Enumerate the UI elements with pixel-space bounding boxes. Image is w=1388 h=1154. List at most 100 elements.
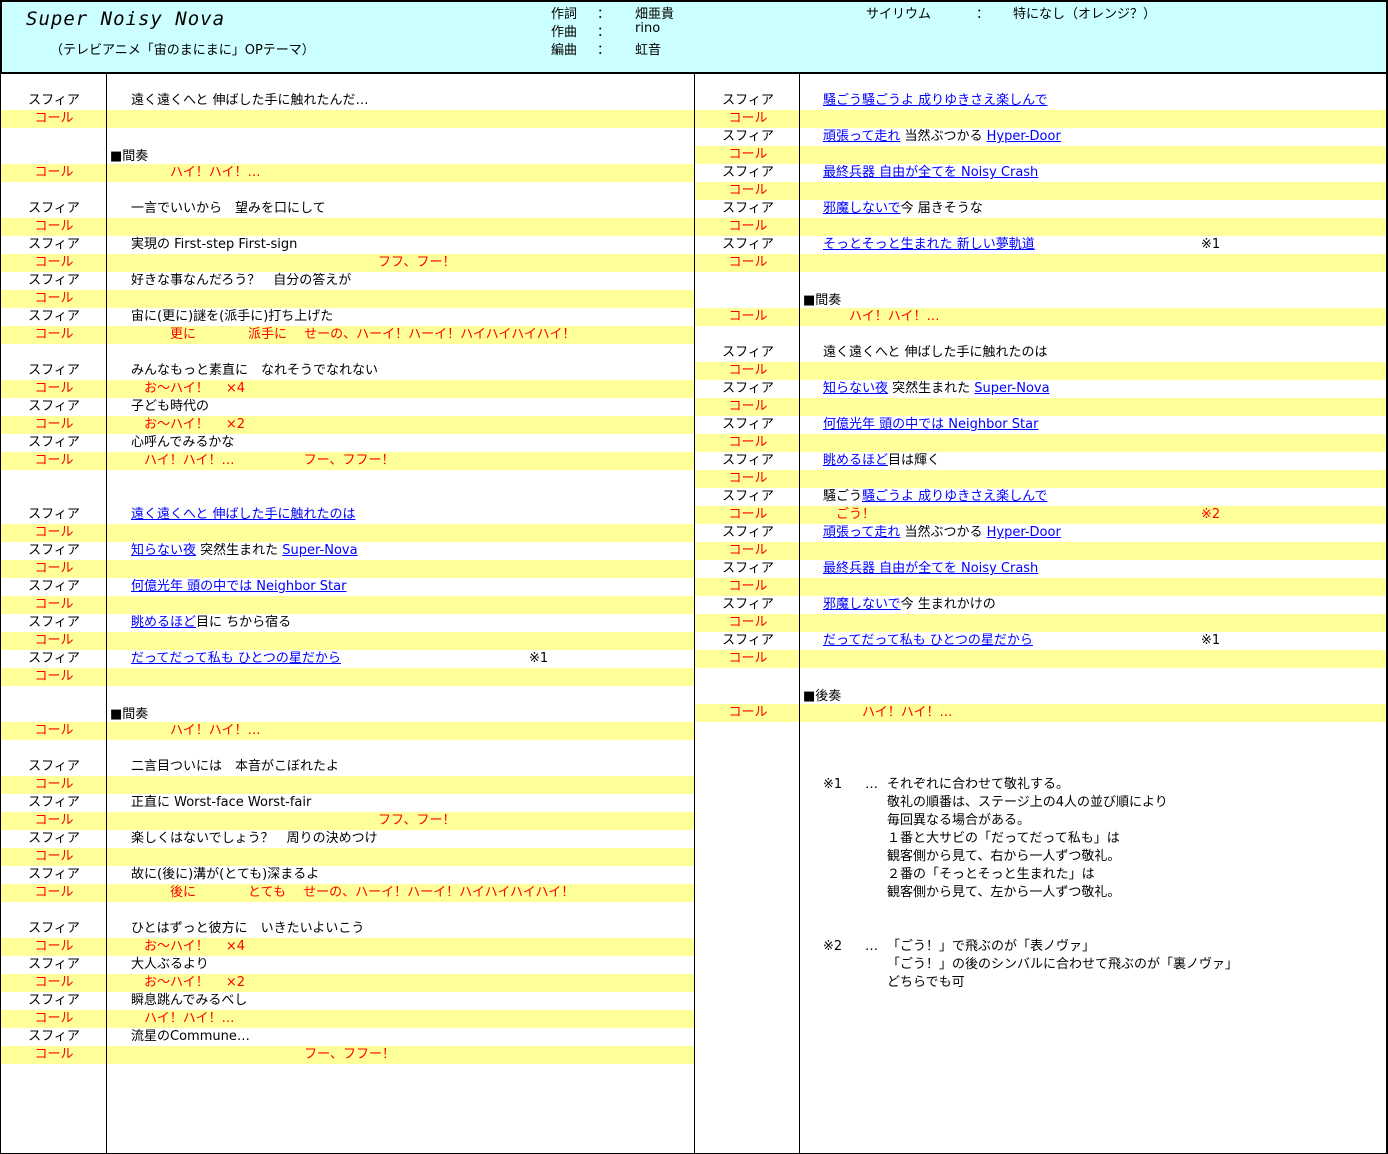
call-label: コール — [34, 525, 74, 540]
lyric-text: 故に(後に)溝が(とても)深まるよ — [131, 866, 319, 884]
psyllium-sep: ： — [976, 7, 990, 22]
call-label: コール — [728, 219, 768, 234]
call-label: コール — [34, 975, 74, 990]
call-label: コール — [34, 885, 74, 900]
lyric-link[interactable]: 最終兵器 自由が全てを Noisy Crash — [823, 165, 1038, 180]
credit-sep: ： — [597, 43, 611, 58]
lyric-link[interactable]: 騒ごう騒ごうよ 成りゆきさえ楽しんで — [823, 93, 1047, 108]
lyric-link[interactable]: 頑張って走れ — [823, 525, 900, 540]
lyric-link[interactable]: 最終兵器 自由が全てを Noisy Crash — [823, 561, 1038, 576]
call-text: 更に 派手に せーの、ハーイ！ハーイ！ハイハイハイハイ！ — [131, 326, 575, 344]
call-row: コール 更に 派手に せーの、ハーイ！ハーイ！ハイハイハイハイ！ — [1, 326, 694, 344]
singer-label: スフィア — [722, 93, 774, 108]
lyric-link[interactable]: そっとそっと生まれた 新しい夢軌道 — [823, 237, 1035, 252]
call-label: コール — [34, 327, 74, 342]
call-label: コール — [728, 543, 768, 558]
lyric-text: 騒ごう騒ごうよ 成りゆきさえ楽しんで — [823, 92, 1047, 110]
lyric-segment: 突然生まれた — [888, 381, 975, 396]
lyric-text: 好きな事なんだろう？ 自分の答えが — [131, 272, 351, 290]
call-row: コール フフ、フー！ — [1, 812, 694, 830]
lyric-segment: 心呼んでみるかな — [131, 435, 235, 450]
call-label: コール — [34, 1011, 74, 1026]
lyric-text: 何億光年 頭の中では Neighbor Star — [823, 416, 1038, 434]
lyric-text: 眺めるほど目に ちから宿る — [131, 614, 291, 632]
call-label: コール — [728, 651, 768, 666]
footnote-mark: ※1 — [823, 777, 843, 792]
call-row: コール ハイ！ハイ！… — [1, 722, 694, 740]
lyric-text: 宙に(更に)謎を(派手に)打ち上げた — [131, 308, 333, 326]
lyric-link[interactable]: Super-Nova — [974, 381, 1049, 396]
call-label: コール — [728, 147, 768, 162]
call-label: コール — [34, 723, 74, 738]
footnote-ellipsis: … — [865, 777, 878, 792]
singer-label: スフィア — [722, 597, 774, 612]
call-label: コール — [34, 417, 74, 432]
lyric-link[interactable]: 眺めるほど — [131, 615, 196, 630]
lyric-link[interactable]: だってだって私も ひとつの星だから — [131, 651, 341, 666]
lyric-link[interactable]: 何億光年 頭の中では Neighbor Star — [131, 579, 346, 594]
lyric-link[interactable]: 何億光年 頭の中では Neighbor Star — [823, 417, 1038, 432]
call-row: コール — [1, 668, 694, 686]
call-row: コール — [1, 560, 694, 578]
lyric-link[interactable]: だってだって私も ひとつの星だから — [823, 633, 1033, 648]
lyric-link[interactable]: Super-Nova — [282, 543, 357, 558]
lyric-row: スフィア 眺めるほど目に ちから宿る — [1, 614, 694, 632]
lyric-link[interactable]: 知らない夜 — [131, 543, 196, 558]
call-row: コール フー、フフー！ — [1, 1046, 694, 1064]
lyric-link[interactable]: Hyper-Door — [987, 525, 1061, 540]
call-label: コール — [728, 111, 768, 126]
footnote-text: 敬礼の順番は、ステージ上の4人の並び順により — [887, 795, 1168, 810]
singer-label: スフィア — [722, 129, 774, 144]
call-row: コール ハイ！ハイ！… フー、フフー！ — [1, 452, 694, 470]
call-row: コール ハイ！ハイ！… — [1, 1010, 694, 1028]
lyric-segment: フフ、フー！ — [131, 813, 456, 828]
column-divider — [106, 74, 107, 1154]
lyric-link[interactable]: Hyper-Door — [987, 129, 1061, 144]
singer-label: スフィア — [28, 309, 80, 324]
lyric-link[interactable]: 邪魔しないで — [823, 597, 901, 612]
lyric-text: 瞬息跳んでみるべし — [131, 992, 247, 1010]
lyric-link[interactable]: 頑張って走れ — [823, 129, 900, 144]
singer-label: スフィア — [28, 237, 80, 252]
call-text: ハイ！ハイ！… — [131, 164, 260, 182]
singer-label: スフィア — [28, 867, 80, 882]
singer-label: スフィア — [722, 201, 774, 216]
lyric-link[interactable]: 眺めるほど — [823, 453, 888, 468]
singer-label: スフィア — [28, 363, 80, 378]
call-row: コール お～ハイ！ ×2 — [1, 974, 694, 992]
lyric-text: 一言でいいから 望みを口にして — [131, 200, 326, 218]
lyric-segment: 騒ごう — [823, 489, 863, 504]
footnote-marker: ※1 — [1201, 633, 1221, 648]
song-subtitle: （テレビアニメ「宙のまにまに」OPテーマ） — [50, 43, 315, 58]
call-label: コール — [728, 363, 768, 378]
singer-label: スフィア — [722, 381, 774, 396]
lyric-segment: 好きな事なんだろう？ 自分の答えが — [131, 273, 352, 288]
singer-label: スフィア — [28, 435, 80, 450]
lyric-link[interactable]: 邪魔しないで — [823, 201, 901, 216]
call-text: ハイ！ハイ！… — [131, 722, 260, 740]
blank-row — [1, 902, 694, 920]
lyric-text: 子ども時代の — [131, 398, 209, 416]
call-row: コール 後に とても せーの、ハーイ！ハーイ！ハイハイハイハイ！ — [1, 884, 694, 902]
lyric-segment: お～ハイ！ ×2 — [131, 417, 246, 432]
lyric-link[interactable]: 知らない夜 — [823, 381, 888, 396]
lyric-segment: 二言目ついには 本音がこぼれたよ — [131, 759, 340, 774]
lyric-segment: お～ハイ！ ×2 — [131, 975, 246, 990]
footnote-marker: ※1 — [529, 651, 549, 666]
singer-label: スフィア — [28, 831, 80, 846]
call-text: ハイ！ハイ！… — [823, 704, 952, 722]
lyric-link[interactable]: 騒ごうよ 成りゆきさえ楽しんで — [862, 489, 1047, 504]
lyrics-column-left: スフィア 遠く遠くへと 伸ばした手に触れたんだ… コール ■間奏 コール ハイ！ハイ！…… — [1, 92, 694, 1064]
call-row: コール — [1, 632, 694, 650]
call-label: コール — [728, 705, 768, 720]
lyric-segment: 楽しくはないでしょう？ 周りの決めつけ — [131, 831, 378, 846]
column-divider — [694, 74, 695, 1154]
lyric-text: 頑張って走れ 当然ぶつかる Hyper-Door — [823, 128, 1061, 146]
singer-label: スフィア — [28, 795, 80, 810]
lyric-text: だってだって私も ひとつの星だから — [823, 632, 1033, 650]
lyric-segment: 目に ちから宿る — [196, 615, 292, 630]
singer-label: スフィア — [722, 165, 774, 180]
call-label: コール — [34, 813, 74, 828]
credit-lyrics-label: 作詞 — [551, 7, 578, 22]
lyric-link[interactable]: 遠く遠くへと 伸ばした手に触れたのは — [131, 507, 355, 522]
